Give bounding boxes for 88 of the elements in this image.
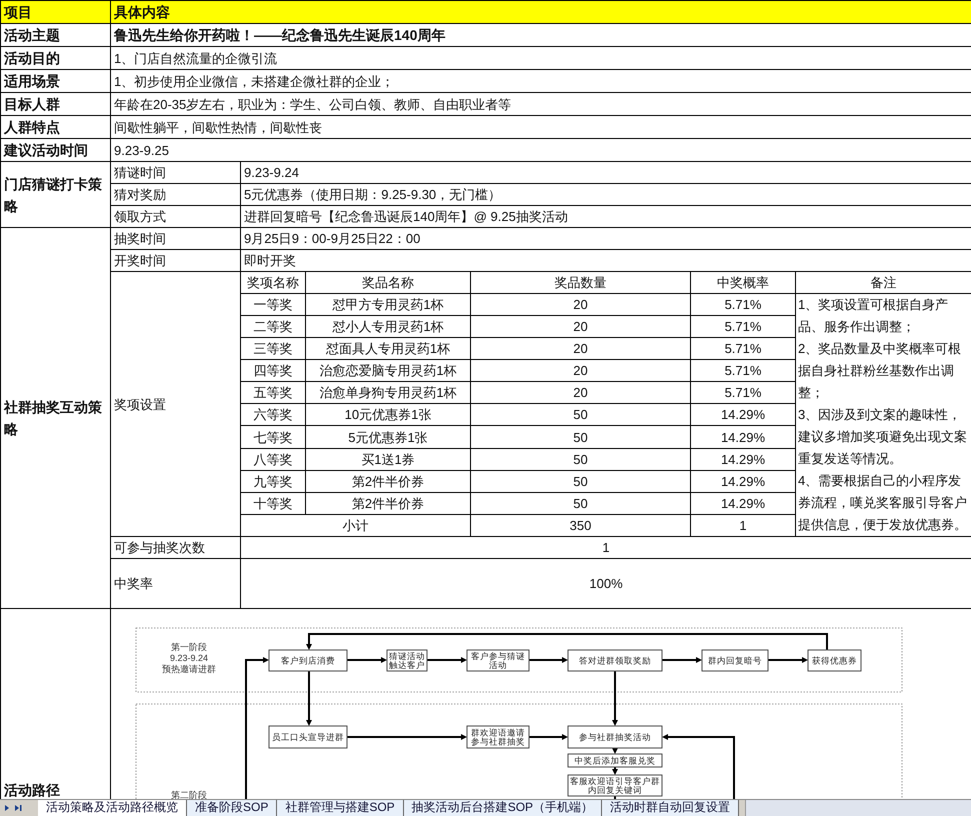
flow-node: 获得优惠券 (808, 650, 862, 672)
stage-label: 第二阶段 (171, 790, 207, 799)
column-header: 奖品名称 (306, 272, 470, 294)
table-cell: 七等奖 (240, 426, 306, 448)
row-label: 目标人群 (0, 92, 110, 116)
table-cell: 六等奖 (240, 404, 306, 426)
column-header: 奖品数量 (470, 272, 690, 294)
sheet-tab[interactable]: 准备阶段SOP (187, 800, 278, 816)
table-cell: 怼小人专用灵药1杯 (306, 316, 470, 338)
table-cell: 治愈恋爱脑专用灵药1杯 (306, 360, 470, 382)
sheet-tab[interactable]: 活动策略及活动路径概览 (38, 800, 187, 816)
flow-node: 群欢迎语邀请 参与社群抽奖 (466, 726, 530, 748)
flow-arrow (529, 657, 568, 663)
table-cell: 八等奖 (240, 448, 306, 470)
table-cell: 20 (470, 338, 690, 360)
table-cell: 5.71% (690, 294, 796, 316)
table-cell: 第2件半价券 (306, 492, 470, 514)
table-cell: 20 (470, 382, 690, 404)
table-cell: 50 (470, 404, 690, 426)
table-cell: 5元优惠券1张 (306, 426, 470, 448)
flow-arrow (612, 671, 618, 726)
table-cell: 十等奖 (240, 492, 306, 514)
row-label: 适用场景 (0, 70, 110, 92)
flow-node: 群内回复暗号 (702, 650, 768, 672)
table-cell: 猜对奖励 (110, 184, 240, 206)
flow-node: 猜谜活动 触达客户 (386, 650, 428, 672)
flow-arrow (306, 671, 312, 726)
table-cell: 怼甲方专用灵药1杯 (306, 294, 470, 316)
note-text: 4、需要根据自己的小程序发券流程，嘆兑奖客服引导客户提供信息，便于发放优惠券。 (798, 472, 968, 534)
table-cell: 50 (470, 492, 690, 514)
flow-arrow (529, 734, 568, 740)
table-cell: 二等奖 (240, 316, 306, 338)
table-cell: 怼面具人专用灵药1杯 (306, 338, 470, 360)
table-cell: 350 (470, 514, 690, 536)
note-text: 2、奖品数量及中奖概率可根据自身社群粉丝基数作出调整； (798, 340, 962, 402)
table-cell: 三等奖 (240, 338, 306, 360)
table-cell: 第2件半价券 (306, 470, 470, 492)
table-cell: 10元优惠券1张 (306, 404, 470, 426)
table-cell: 治愈单身狗专用灵药1杯 (306, 382, 470, 404)
table-cell: 猜谜时间 (110, 162, 240, 184)
table-cell: 奖项设置 (110, 272, 240, 536)
flow-arrow (768, 657, 808, 663)
row-label: 建议活动时间 (0, 138, 110, 162)
table-cell: 50 (470, 448, 690, 470)
table-cell: 买1送1券 (306, 448, 470, 470)
flow-arrow (347, 657, 387, 663)
table-cell: 五等奖 (240, 382, 306, 404)
flow-node: 中奖后添加客服兑奖 (568, 754, 662, 768)
table-cell: 领取方式 (110, 206, 240, 228)
table-cell: 一等奖 (240, 294, 306, 316)
row-label: 活动目的 (0, 46, 110, 70)
flow-node: 答对进群领取奖励 (568, 650, 662, 672)
sheet-tab[interactable]: 活动时群自动回复设置 (602, 800, 740, 816)
flow-arrow (662, 657, 702, 663)
flow-node: 客户参与猜谜 活动 (466, 650, 530, 672)
column-header: 中奖概率 (690, 272, 796, 294)
table-cell: 小计 (240, 514, 470, 536)
table-cell: 20 (470, 316, 690, 338)
table-cell: 20 (470, 294, 690, 316)
note-text: 3、因涉及到文案的趣味性，建议多增加奖项避免出现文案重复发送等情况。 (798, 406, 968, 468)
sheet-tab[interactable]: 社群管理与搭建SOP (277, 800, 404, 816)
column-header: 奖项名称 (240, 272, 306, 294)
table-cell: 20 (470, 360, 690, 382)
flow-node: 客服欢迎语引导客户群 内回复关键词 (568, 774, 662, 796)
horizontal-scrollbar[interactable] (745, 800, 971, 816)
header-cell: 项目 (0, 0, 110, 24)
sheet-tab[interactable]: 抽奖活动后台搭建SOP（手机端） (404, 800, 602, 816)
row-label: 活动主题 (0, 24, 110, 46)
scroll-right-icon[interactable] (3, 803, 11, 813)
table-cell: 四等奖 (240, 360, 306, 382)
table-cell: 可参与抽奖次数 (110, 536, 240, 558)
flow-node: 员工口头宣导进群 (268, 726, 348, 748)
flow-arrow (427, 657, 467, 663)
row-label: 门店猜谜打卡策略 (0, 162, 110, 228)
flow-node: 客户到店消费 (268, 650, 348, 672)
table-cell: 50 (470, 426, 690, 448)
table-cell: 中奖率 (110, 558, 240, 608)
row-label: 社群抽奖互动策略 (0, 228, 110, 608)
row-label: 人群特点 (0, 116, 110, 138)
header-cell: 具体内容 (110, 0, 971, 24)
scroll-last-icon[interactable] (14, 803, 24, 813)
table-cell: 九等奖 (240, 470, 306, 492)
flow-node: 参与社群抽奖活动 (568, 726, 662, 748)
table-cell: 抽奖时间 (110, 228, 240, 250)
note-text: 1、奖项设置可根据自身产品、服务作出调整； (798, 296, 950, 336)
table-cell: 开奖时间 (110, 250, 240, 272)
table-cell: 50 (470, 470, 690, 492)
stage-label: 第一阶段 9.23-9.24 预热邀请进群 (162, 642, 216, 674)
